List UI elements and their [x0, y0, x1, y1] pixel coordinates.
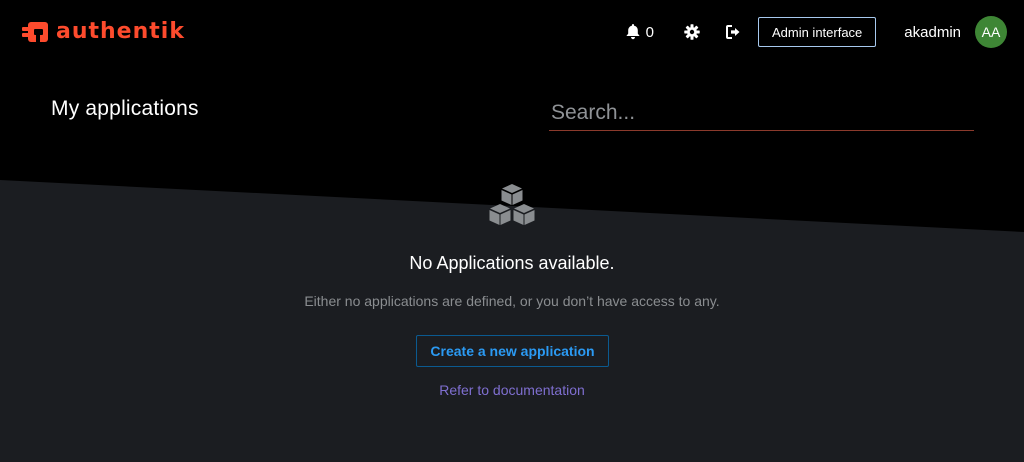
page-title: My applications — [51, 97, 199, 120]
gear-icon — [684, 24, 700, 40]
create-application-button[interactable]: Create a new application — [416, 335, 609, 367]
search-input[interactable] — [549, 96, 974, 129]
brand-name: authentik — [56, 19, 185, 44]
brand-logo[interactable]: authentik — [22, 18, 185, 46]
logout-button[interactable] — [724, 22, 744, 42]
avatar[interactable]: AA — [975, 16, 1007, 48]
bell-icon — [626, 24, 640, 40]
admin-interface-button[interactable]: Admin interface — [757, 17, 877, 47]
sign-out-icon — [725, 25, 740, 39]
header-toolbar: 0 Admin interface akadmin AA — [626, 16, 1007, 48]
search-container — [549, 96, 974, 131]
empty-state-description: Either no applications are defined, or y… — [304, 293, 720, 309]
notification-count: 0 — [645, 23, 654, 41]
documentation-link[interactable]: Refer to documentation — [439, 382, 585, 398]
username[interactable]: akadmin — [904, 24, 961, 41]
authentik-logo-icon — [22, 22, 48, 42]
empty-state-title: No Applications available. — [409, 253, 615, 273]
settings-button[interactable] — [682, 22, 702, 42]
cubes-icon — [489, 184, 535, 225]
documentation-link-row: Refer to documentation — [0, 382, 1024, 398]
app-root: authentik 0 Admin interface akadmin AA M… — [0, 0, 1024, 462]
notifications-button[interactable]: 0 — [626, 24, 654, 41]
